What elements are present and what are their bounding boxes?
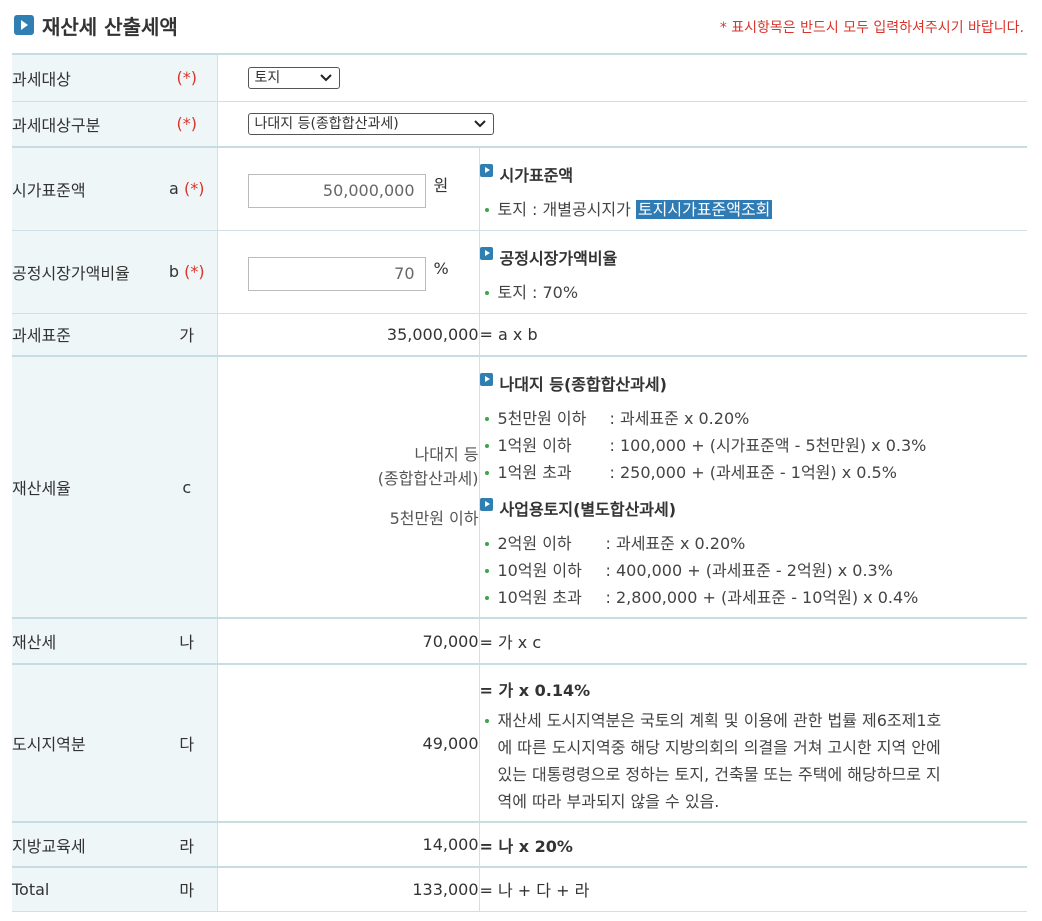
tax-rate-group1-title: 나대지 등(종합합산과세) <box>479 371 1028 395</box>
tax-rate-group2-title: 사업용토지(별도합산과세) <box>479 496 1028 520</box>
tax-base-formula: = a x b <box>479 324 538 344</box>
tax-rate-value-block: 나대지 등 (종합합산과세) 5천만원 이하 <box>218 443 479 531</box>
tax-object-select-value: 토지 <box>254 69 281 86</box>
tax-rate-value-line3: 5천만원 이하 <box>389 509 479 528</box>
standard-price-label: 시가표준액 <box>12 147 157 230</box>
required-note: * 표시항목은 반드시 모두 입력하셔주시기 바랍니다. <box>719 20 1024 36</box>
row-tax-object: 과세대상 (*) 토지 <box>12 54 1027 101</box>
tax-rate-group2-item: 2억원 이하: 과세표준 x 0.20% <box>480 530 1028 557</box>
bullet-icon <box>484 444 489 448</box>
row-tax-rate: 재산세율 c 나대지 등 (종합합산과세) 5천만원 이하 나대지 등(종합합산… <box>12 356 1027 618</box>
tax-object-cell: 토지 <box>217 54 1027 101</box>
tax-rate-value-line2: (종합합산과세) <box>377 469 479 488</box>
market-ratio-info: 공정시장가액비율 토지 : 70% <box>479 230 1027 313</box>
tax-object-type-select-value: 나대지 등(종합합산과세) <box>254 115 399 132</box>
tax-rate-group1-item: 1억원 초과: 250,000 + (과세표준 - 1억원) x 0.5% <box>480 459 1028 486</box>
market-ratio-cell: 70% <box>217 230 480 313</box>
education-tax-value: 14,000 <box>217 822 480 867</box>
row-standard-price: 시가표준액 a (*) 50,000,000 원 시가표준액 토지 : 개별공시지… <box>12 147 1027 230</box>
standard-price-info-item: 토지 : 개별공시지가 토지시가표준액조회 <box>480 196 1028 223</box>
land-price-lookup-link[interactable]: 토지시가표준액조회 <box>635 200 773 219</box>
tax-rate-group1-item: 1억원 이하: 100,000 + (시가표준액 - 5천만원) x 0.3% <box>480 432 1028 459</box>
tax-object-type-select[interactable]: 나대지 등(종합합산과세) <box>247 112 494 137</box>
urban-area-note-line1: 재산세 도시지역분은 국토의 계획 및 이용에 관한 법률 제6조제1호 <box>497 711 942 730</box>
property-tax-value: 70,000 <box>217 618 480 664</box>
tax-object-type-marker: (*) <box>157 101 218 147</box>
tax-rate-group1-item: 5천만원 이하: 과세표준 x 0.20% <box>480 405 1028 432</box>
standard-price-unit: 원 <box>433 176 449 195</box>
tax-base-value: 35,000,000 <box>217 313 480 356</box>
tax-rate-label: 재산세율 <box>12 356 157 618</box>
page-title: 재산세 산출세액 <box>42 15 178 39</box>
tax-rate-symbol: c <box>157 356 218 618</box>
arrow-icon <box>479 498 493 511</box>
row-urban-area: 도시지역분 다 49,000 = 가 x 0.14% 재산세 도시지역분은 국토… <box>12 664 1027 822</box>
tax-rate-value: 나대지 등 (종합합산과세) 5천만원 이하 <box>217 356 480 618</box>
market-ratio-info-item: 토지 : 70% <box>480 279 1028 306</box>
title-arrow-icon <box>14 15 34 35</box>
bullet-icon <box>484 596 489 600</box>
tax-base-label: 과세표준 <box>12 313 157 356</box>
education-tax-formula: = 나 x 20% <box>479 836 573 856</box>
standard-price-cell: 50,000,000 원 <box>217 147 480 230</box>
total-formula: = 나 + 다 + 라 <box>479 881 590 901</box>
row-total: Total 마 133,000 = 나 + 다 + 라 <box>12 867 1027 911</box>
urban-area-note-line2: 에 따른 도시지역중 해당 지방의회의 의결을 거쳐 고시한 지역 안에 <box>497 738 941 757</box>
tax-object-marker: (*) <box>157 54 218 101</box>
arrow-icon <box>479 373 493 386</box>
tax-base-symbol: 가 <box>157 313 218 356</box>
bullet-icon <box>484 471 489 475</box>
row-market-ratio: 공정시장가액비율 b (*) 70% 공정시장가액비율 토지 : 70% <box>12 230 1027 313</box>
bullet-icon <box>484 542 489 546</box>
standard-price-info-title: 시가표준액 <box>479 162 1028 186</box>
market-ratio-symbol: b (*) <box>157 230 218 313</box>
standard-price-info: 시가표준액 토지 : 개별공시지가 토지시가표준액조회 <box>479 147 1027 230</box>
urban-area-value: 49,000 <box>217 664 480 822</box>
row-education-tax: 지방교육세 라 14,000 = 나 x 20% <box>12 822 1027 867</box>
row-property-tax: 재산세 나 70,000 = 가 x c <box>12 618 1027 664</box>
property-tax-label: 재산세 <box>12 618 157 664</box>
calc-table: 과세대상 (*) 토지 과세대상구분 (*) 나대지 등(종합합산과세) 시가표… <box>12 53 1027 912</box>
tax-rate-value-line1: 나대지 등 <box>414 445 479 464</box>
market-ratio-info-title: 공정시장가액비율 <box>479 245 1028 269</box>
tax-rate-info: 나대지 등(종합합산과세) 5천만원 이하: 과세표준 x 0.20% 1억원 … <box>479 356 1027 618</box>
bullet-icon <box>484 569 489 573</box>
urban-area-note: 재산세 도시지역분은 국토의 계획 및 이용에 관한 법률 제6조제1호 에 따… <box>480 707 1028 815</box>
tax-object-label: 과세대상 <box>12 54 157 101</box>
standard-price-symbol: a (*) <box>157 147 218 230</box>
urban-area-formula: = 가 x 0.14% <box>479 681 591 700</box>
total-label: Total <box>12 867 157 911</box>
chevron-down-icon <box>473 117 487 137</box>
bullet-icon <box>484 290 489 295</box>
urban-area-note-line3: 있는 대통령령으로 정하는 토지, 건축물 또는 주택에 해당하므로 지 <box>497 765 941 784</box>
total-symbol: 마 <box>157 867 218 911</box>
market-ratio-label: 공정시장가액비율 <box>12 230 157 313</box>
standard-price-input[interactable]: 50,000,000 <box>247 174 426 208</box>
urban-area-note-line4: 역에 따라 부과되지 않을 수 있음. <box>497 792 720 811</box>
total-value: 133,000 <box>217 867 480 911</box>
arrow-icon <box>479 164 493 177</box>
market-ratio-unit: % <box>433 258 449 278</box>
urban-area-info: = 가 x 0.14% 재산세 도시지역분은 국토의 계획 및 이용에 관한 법… <box>479 664 1027 822</box>
bullet-icon <box>484 417 489 421</box>
tax-object-type-label: 과세대상구분 <box>12 101 157 147</box>
tax-rate-group2-item: 10억원 이하: 400,000 + (과세표준 - 2억원) x 0.3% <box>480 557 1028 584</box>
urban-area-label: 도시지역분 <box>12 664 157 822</box>
title-bar: 재산세 산출세액 * 표시항목은 반드시 모두 입력하셔주시기 바랍니다. <box>0 0 1042 52</box>
row-tax-object-type: 과세대상구분 (*) 나대지 등(종합합산과세) <box>12 101 1027 147</box>
property-tax-symbol: 나 <box>157 618 218 664</box>
urban-area-symbol: 다 <box>157 664 218 822</box>
tax-object-type-cell: 나대지 등(종합합산과세) <box>217 101 1027 147</box>
market-ratio-input[interactable]: 70 <box>247 256 426 291</box>
bullet-icon <box>484 208 489 212</box>
education-tax-label: 지방교육세 <box>12 822 157 867</box>
row-tax-base: 과세표준 가 35,000,000 = a x b <box>12 313 1027 356</box>
chevron-down-icon <box>319 71 333 91</box>
education-tax-symbol: 라 <box>157 822 218 867</box>
tax-object-select[interactable]: 토지 <box>247 66 340 91</box>
bullet-icon <box>484 719 489 723</box>
arrow-icon <box>479 246 493 260</box>
tax-rate-group2-item: 10억원 초과: 2,800,000 + (과세표준 - 10억원) x 0.4… <box>480 584 1028 611</box>
property-tax-formula: = 가 x c <box>479 633 542 652</box>
